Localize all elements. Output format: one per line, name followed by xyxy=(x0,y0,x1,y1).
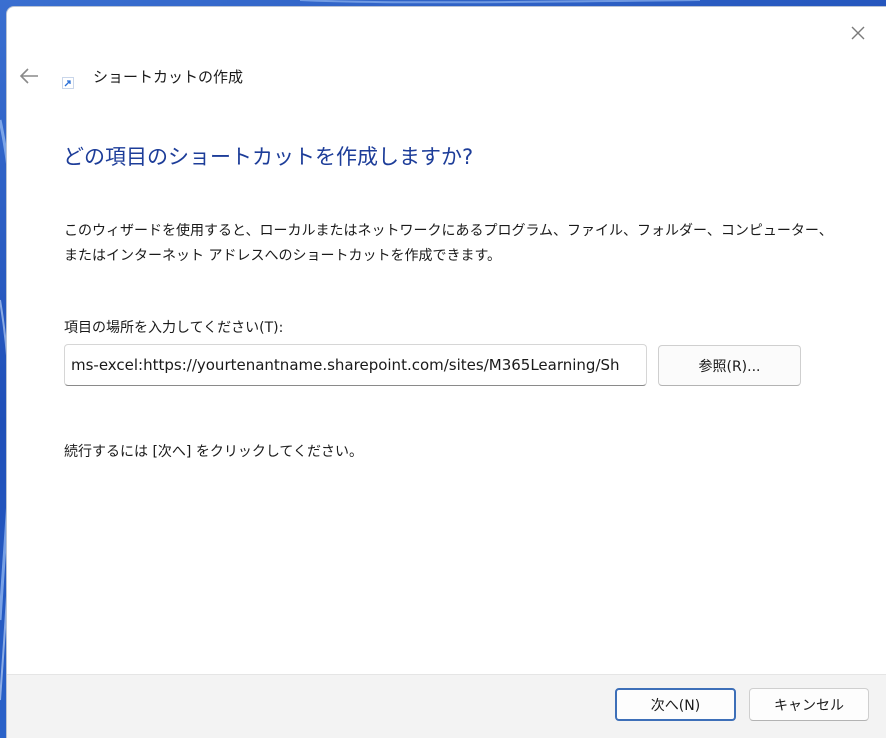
window-title: ショートカットの作成 xyxy=(93,68,244,86)
next-button[interactable]: 次へ(N) xyxy=(615,688,736,721)
wizard-description: このウィザードを使用すると、ローカルまたはネットワークにあるプログラム、ファイル… xyxy=(64,223,833,264)
location-label: 項目の場所を入力してください(T): xyxy=(64,320,284,336)
continue-hint: 続行するには [次へ] をクリックしてください。 xyxy=(64,444,363,460)
page-heading: どの項目のショートカットを作成しますか? xyxy=(63,145,474,169)
create-shortcut-dialog: ショートカットの作成 どの項目のショートカットを作成しますか? このウィザードを… xyxy=(6,6,886,738)
cancel-button[interactable]: キャンセル xyxy=(749,688,869,721)
back-arrow-icon xyxy=(19,68,38,84)
back-button[interactable] xyxy=(15,63,43,89)
location-input[interactable] xyxy=(64,344,647,386)
shortcut-icon xyxy=(62,77,74,89)
close-button[interactable] xyxy=(844,19,872,47)
browse-button[interactable]: 参照(R)... xyxy=(658,345,801,386)
close-icon xyxy=(851,26,865,40)
